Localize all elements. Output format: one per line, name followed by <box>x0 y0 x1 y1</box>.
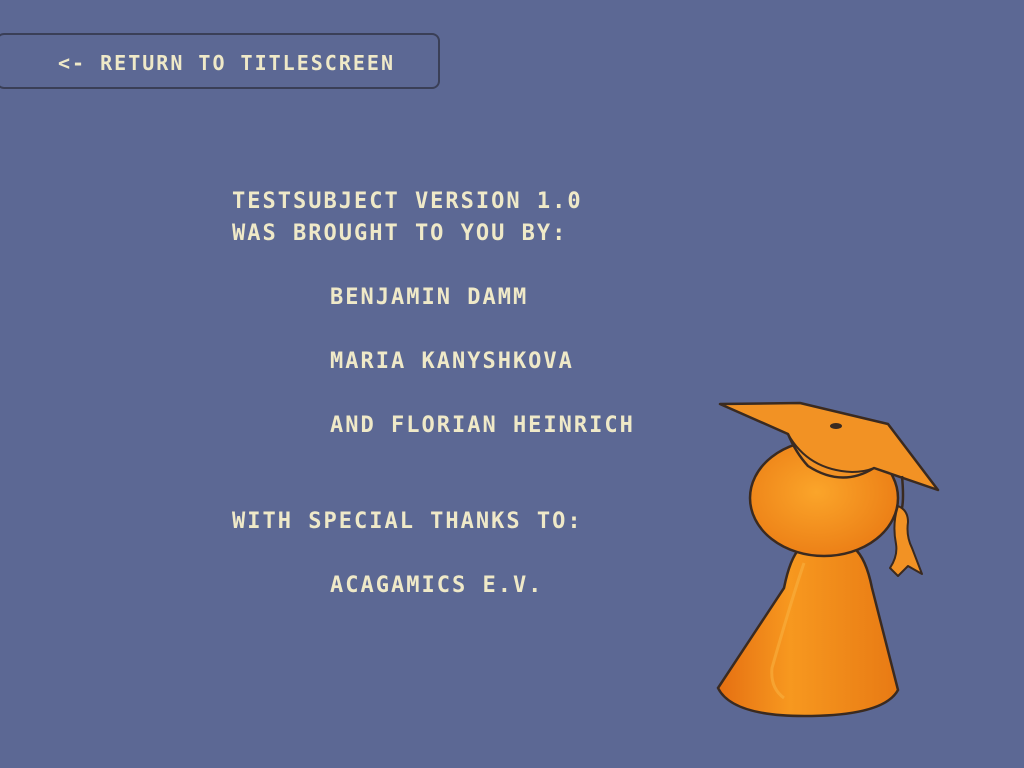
graduation-pawn-icon <box>716 401 940 718</box>
special-thanks-heading: with special thanks to: <box>232 509 583 534</box>
return-to-titlescreen-button[interactable]: <- return to titlescreen <box>0 33 440 89</box>
return-button-label: <- return to titlescreen <box>58 51 395 75</box>
brought-to-you-line: was brought to you by: <box>232 221 568 246</box>
thanks-name: acagamics e.v. <box>330 573 544 598</box>
credits-screen: <- return to titlescreen testsubject ver… <box>0 0 1024 768</box>
author-name: maria kanyshkova <box>330 349 574 374</box>
version-line: testsubject version 1.0 <box>232 189 583 214</box>
author-name: and florian heinrich <box>330 413 635 438</box>
author-name: benjamin damm <box>330 285 529 310</box>
